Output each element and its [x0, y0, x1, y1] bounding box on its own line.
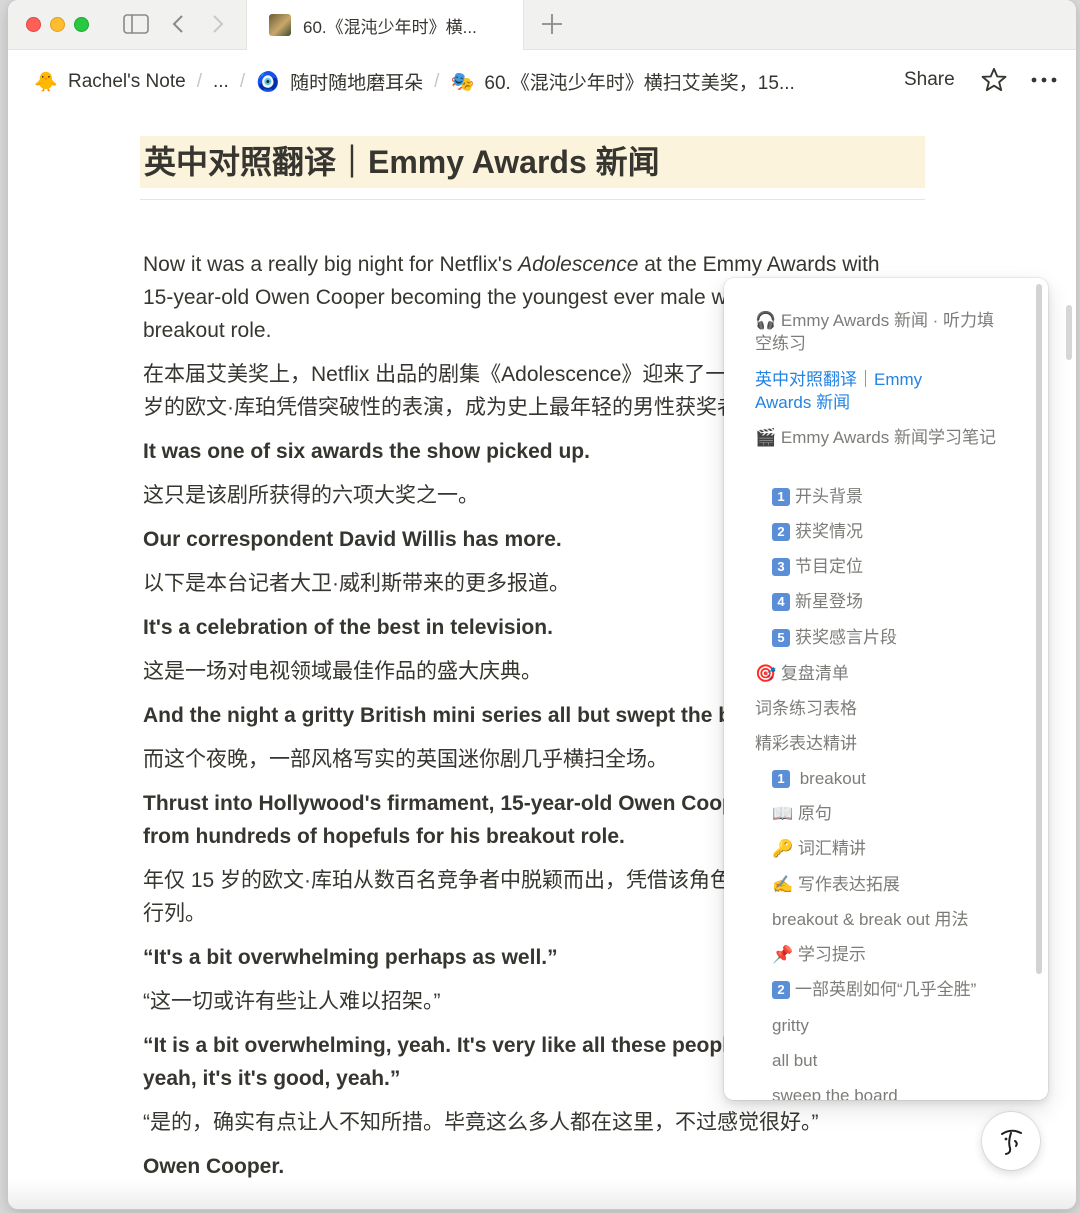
pushpin-icon: 📌 [772, 945, 794, 964]
table-of-contents-panel: 🎧 Emmy Awards 新闻 · 听力填空练习 英中对照翻译｜Emmy Aw… [724, 278, 1048, 1100]
number-4-icon: 4 [772, 593, 790, 611]
title-bar: 60.《混沌少年时》横... [8, 0, 1076, 50]
number-3-icon: 3 [772, 558, 790, 576]
toc-item[interactable]: 4 新星登场 [772, 590, 863, 613]
zoom-window-button[interactable] [74, 17, 89, 32]
page-scrollbar[interactable] [1066, 305, 1072, 360]
toc-item[interactable]: 5 获奖感言片段 [772, 626, 897, 649]
active-tab[interactable]: 60.《混沌少年时》横... [246, 0, 524, 50]
number-2-icon: 2 [772, 981, 790, 999]
breadcrumb-bar: 🐥 Rachel's Note / ... / 🧿 随时随地磨耳朵 / 🎭 60… [8, 50, 1076, 112]
number-1-icon: 1 [772, 770, 790, 788]
back-arrow-icon[interactable] [164, 10, 192, 38]
app-window: 60.《混沌少年时》横... 🐥 Rachel's Note / ... / 🧿… [8, 0, 1076, 1209]
target-icon: 🎯 [755, 664, 777, 683]
toc-item[interactable]: 🎧 Emmy Awards 新闻 · 听力填空练习 [755, 309, 1005, 355]
paragraph[interactable]: Owen Cooper. [143, 1150, 903, 1183]
paragraph[interactable]: “是的，确实有点让人不知所措。毕竟这么多人都在这里，不过感觉很好。” [143, 1106, 903, 1139]
page-heading[interactable]: 英中对照翻译｜Emmy Awards 新闻 [140, 136, 925, 188]
toc-item[interactable]: 精彩表达精讲 [755, 732, 1005, 755]
favorite-star-icon[interactable] [980, 66, 1008, 94]
toc-item[interactable]: 2 获奖情况 [772, 520, 863, 543]
breadcrumb-item-current-page[interactable]: 🎭 60.《混沌少年时》横扫艾美奖，15... [450, 68, 795, 95]
breadcrumb-item-ellipsis[interactable]: ... [213, 71, 229, 93]
toc-item[interactable]: sweep the board [772, 1084, 898, 1100]
toc-item[interactable]: 词条练习表格 [755, 697, 1005, 720]
toc-item[interactable]: 🔑 词汇精讲 [772, 837, 866, 860]
close-window-button[interactable] [26, 17, 41, 32]
breadcrumb-label: 60.《混沌少年时》横扫艾美奖，15... [484, 73, 795, 94]
toc-item[interactable]: all but [772, 1049, 817, 1072]
breadcrumb-item-workspace[interactable]: 🐥 Rachel's Note [34, 70, 186, 94]
toc-item[interactable]: 🎯 复盘清单 [755, 662, 1005, 685]
headphones-icon: 🎧 [755, 311, 777, 330]
writing-hand-icon: ✍️ [772, 875, 794, 894]
toc-item[interactable]: 📖 原句 [772, 802, 832, 825]
open-book-icon: 📖 [772, 804, 794, 823]
toc-item[interactable]: 1 开头背景 [772, 485, 863, 508]
breadcrumb-label: Rachel's Note [68, 70, 186, 92]
number-5-icon: 5 [772, 629, 790, 647]
toc-item[interactable]: 🎬 Emmy Awards 新闻学习笔记 [755, 426, 1005, 449]
share-button[interactable]: Share [904, 69, 955, 91]
theater-masks-icon: 🎭 [450, 71, 475, 93]
forward-arrow-icon[interactable] [204, 10, 232, 38]
toc-item[interactable]: 📌 学习提示 [772, 943, 866, 966]
more-options-icon[interactable] [1030, 66, 1058, 94]
number-2-icon: 2 [772, 523, 790, 541]
toc-scrollbar[interactable] [1036, 284, 1042, 974]
breadcrumb-label: ... [212, 70, 229, 92]
breadcrumb-item-listening[interactable]: 🧿 随时随地磨耳朵 [256, 68, 423, 95]
breadcrumb-label: 随时随地磨耳朵 [290, 73, 424, 94]
nazar-amulet-icon: 🧿 [256, 71, 280, 93]
chick-icon: 🐥 [34, 71, 58, 93]
ai-face-icon [1001, 1129, 1022, 1155]
notion-ai-button[interactable] [982, 1112, 1040, 1170]
toc-item[interactable]: gritty [772, 1014, 809, 1037]
breadcrumb-separator: / [434, 70, 440, 92]
minimize-window-button[interactable] [50, 17, 65, 32]
key-icon: 🔑 [772, 839, 794, 858]
breadcrumb-separator: / [239, 70, 246, 92]
toc-item[interactable]: breakout & break out 用法 [772, 908, 969, 931]
divider [140, 199, 925, 200]
sidebar-toggle-icon[interactable] [122, 10, 150, 38]
toc-item-active[interactable]: 英中对照翻译｜Emmy Awards 新闻 [755, 368, 955, 414]
bottom-edge [8, 1180, 1076, 1209]
toc-item[interactable]: 2 一部英剧如何“几乎全胜” [772, 978, 976, 1001]
toc-item[interactable]: ✍️ 写作表达拓展 [772, 873, 900, 896]
tab-favicon-icon [269, 14, 291, 36]
clapper-board-icon: 🎬 [755, 428, 777, 447]
breadcrumb-separator: / [196, 70, 202, 92]
tab-title: 60.《混沌少年时》横... [303, 17, 477, 37]
number-1-icon: 1 [772, 488, 790, 506]
toc-item[interactable]: 3 节目定位 [772, 555, 863, 578]
breadcrumb: 🐥 Rachel's Note / ... / 🧿 随时随地磨耳朵 / 🎭 60… [34, 68, 795, 95]
new-tab-plus-icon[interactable] [538, 10, 566, 38]
toc-item[interactable]: 1 breakout [772, 767, 866, 790]
